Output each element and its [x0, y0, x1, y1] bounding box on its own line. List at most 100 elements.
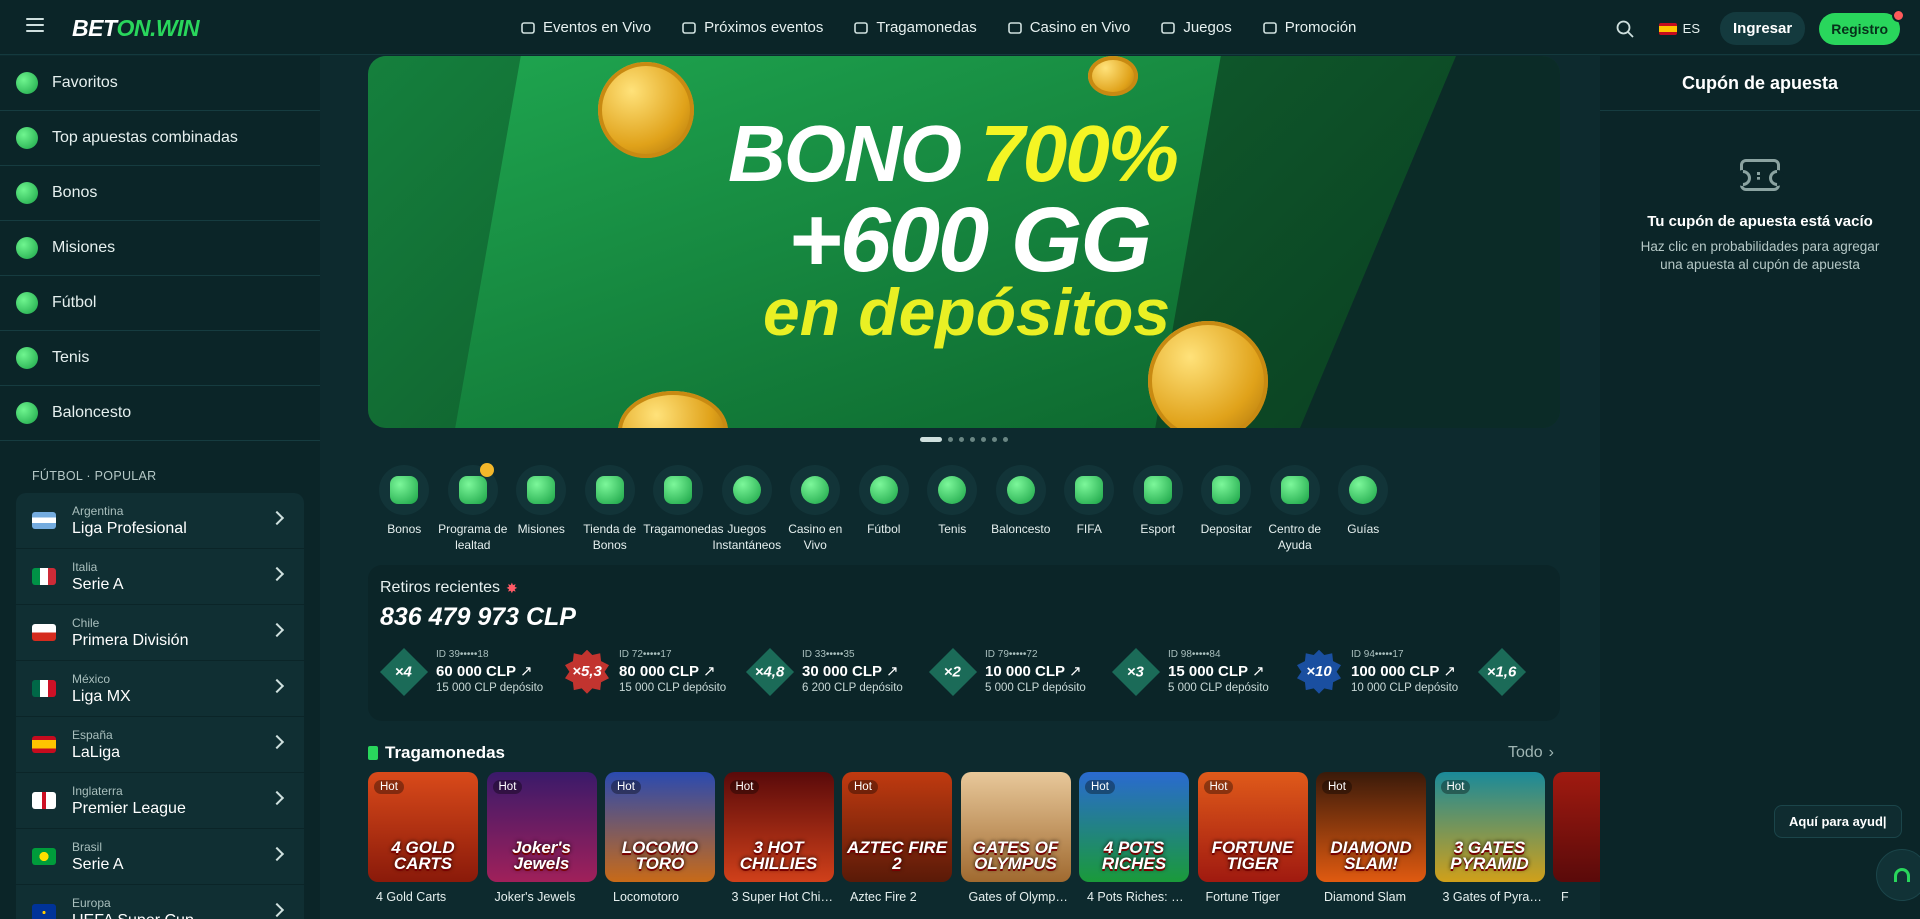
withdrawal-id: ID 94•••••17 — [1351, 649, 1404, 661]
category-4[interactable]: Tragamonedas — [643, 465, 724, 553]
sidebar-item-3[interactable]: Misiones — [0, 221, 320, 276]
carousel-dot[interactable] — [981, 436, 986, 442]
league-item[interactable]: Argentina Liga Profesional — [16, 493, 304, 549]
game-card[interactable]: Hot 4 GOLD CARTS 4 Gold Carts — [368, 772, 478, 904]
gift-icon — [16, 182, 38, 204]
country-flag-icon — [32, 568, 56, 585]
nav-item-0[interactable]: Eventos en Vivo — [520, 19, 651, 36]
slots-row: Hot 4 GOLD CARTS 4 Gold Carts Hot Joker's Je… — [368, 772, 1663, 905]
league-item[interactable]: Chile Primera División — [16, 605, 304, 661]
arrow-up-right-icon: ↗ — [520, 663, 533, 681]
sidebar-item-0[interactable]: Favoritos — [0, 56, 320, 111]
withdrawal-id: ID 98•••••84 — [1168, 649, 1221, 661]
nav-item-5[interactable]: Promoción — [1262, 19, 1357, 36]
sidebar-item-5[interactable]: Tenis — [0, 331, 320, 386]
category-9[interactable]: Baloncesto — [987, 465, 1056, 553]
game-card[interactable]: Hot FORTUNE TIGER Fortune Tiger — [1197, 772, 1308, 905]
nav-item-2[interactable]: Tragamonedas — [853, 19, 977, 36]
sidebar-item-2[interactable]: Bonos — [0, 166, 320, 221]
category-2[interactable]: Misiones — [507, 465, 576, 553]
category-1[interactable]: Programa de lealtad — [438, 463, 507, 553]
game-card[interactable]: GATES OF OLYMPUS Gates of Olympu... — [960, 772, 1071, 904]
game-name: Fortune Tiger — [1205, 890, 1280, 905]
league-item[interactable]: España LaLiga — [16, 717, 304, 773]
country-flag-icon — [32, 904, 56, 919]
withdrawal-amount: 100 000 CLP — [1351, 663, 1440, 681]
arrow-up-right-icon: ↗ — [1069, 663, 1082, 681]
gift-icon — [390, 476, 419, 504]
crown-icon — [527, 476, 556, 504]
carousel-dot[interactable] — [959, 436, 964, 442]
game-card[interactable]: Hot 4 POTS RICHES 4 Pots Riches: H... — [1079, 772, 1189, 904]
carousel-dot[interactable] — [1003, 436, 1008, 442]
category-8[interactable]: Tenis — [918, 465, 987, 553]
multiplier-badge: ×3 — [1111, 647, 1161, 696]
league-item[interactable]: Inglaterra Premier League — [16, 773, 304, 829]
category-14[interactable]: Guías — [1329, 465, 1398, 553]
carousel-dot[interactable] — [970, 436, 975, 442]
category-0[interactable]: Bonos — [370, 465, 439, 553]
withdrawal-amount: 15 000 CLP — [1168, 663, 1249, 681]
carousel-dot[interactable] — [992, 436, 997, 442]
game-art-title: 4 GOLD CARTS — [391, 837, 455, 874]
nav-item-3[interactable]: Casino en Vivo — [1007, 19, 1131, 36]
logo[interactable]: BETON.WIN — [72, 15, 200, 42]
game-card[interactable]: Hot 3 HOT CHILLIES 3 Super Hot Chill... — [723, 772, 834, 904]
category-10[interactable]: FIFA — [1055, 465, 1124, 553]
chevron-right-icon: › — [1548, 744, 1554, 762]
main-nav: Eventos en Vivo Próximos eventos Tragamone… — [520, 0, 1356, 55]
hot-badge: Hot — [848, 780, 878, 795]
language-selector[interactable]: ES — [1658, 21, 1700, 36]
register-button[interactable]: Registro — [1819, 8, 1905, 45]
coupon-empty-desc: Haz clic en probabilidades para agregar … — [1640, 239, 1880, 273]
menu-icon[interactable] — [26, 18, 44, 32]
category-label: FIFA — [1076, 522, 1102, 536]
game-card[interactable]: Hot 3 GATES PYRAMID 3 Gates of Pyram... — [1434, 772, 1545, 904]
sidebar-item-label: Favoritos — [52, 74, 118, 91]
game-card[interactable]: Hot LOCOMO TORO Locomotoro — [605, 772, 715, 904]
withdrawal-deposit: 15 000 CLP depósito — [436, 682, 544, 695]
nav-label: Casino en Vivo — [1029, 19, 1131, 36]
carousel-dot[interactable] — [920, 436, 942, 442]
game-thumbnail: Hot Joker's Jewels — [486, 772, 597, 883]
sidebar-item-1[interactable]: Top apuestas combinadas — [0, 111, 320, 166]
section-title: FÚTBOL · POPULAR — [32, 469, 157, 483]
bet-coupon: Cupón de apuesta Tu cupón de apuesta est… — [1600, 56, 1920, 919]
hot-badge: Hot — [1322, 780, 1352, 795]
league-name: Serie A — [72, 855, 124, 873]
league-country: Inglaterra — [72, 783, 123, 798]
sidebar-item-6[interactable]: Baloncesto — [0, 386, 320, 441]
slots-all-link[interactable]: Todo › — [1508, 744, 1554, 762]
game-name: Locomotoro — [613, 890, 680, 905]
country-flag-icon — [32, 792, 56, 809]
nav-item-4[interactable]: Juegos — [1160, 19, 1232, 36]
sidebar-item-4[interactable]: Fútbol — [0, 276, 320, 331]
nav-label: Promoción — [1284, 19, 1357, 36]
league-name: Liga Profesional — [72, 519, 187, 537]
league-item[interactable]: México Liga MX — [16, 661, 304, 717]
game-card[interactable]: Hot DIAMOND SLAM! Diamond Slam — [1316, 772, 1426, 904]
game-card[interactable]: Hot Joker's Jewels Joker's Jewels — [486, 772, 597, 904]
withdrawal-item: ×4,8 ID 33•••••35 30 000 CLP ↗ 6 200 CLP dep… — [745, 647, 931, 696]
category-11[interactable]: Esport — [1124, 465, 1193, 553]
category-5[interactable]: Juegos Instantáneos — [712, 465, 781, 553]
category-6[interactable]: Casino en Vivo — [781, 465, 850, 553]
category-13[interactable]: Centro de Ayuda — [1261, 465, 1330, 553]
league-item[interactable]: Europa UEFA Super Cup — [16, 885, 304, 919]
nav-item-1[interactable]: Próximos eventos — [681, 19, 823, 36]
league-item[interactable]: Brasil Serie A — [16, 829, 304, 885]
search-icon[interactable] — [1615, 19, 1635, 39]
login-button[interactable]: Ingresar — [1720, 12, 1806, 45]
game-card[interactable]: Hot AZTEC FIRE 2 Aztec Fire 2 — [842, 772, 952, 904]
league-item[interactable]: Italia Serie A — [16, 549, 304, 605]
category-7[interactable]: Fútbol — [850, 465, 919, 553]
promo-banner[interactable]: BONO 700% +600 GG en depósitos — [368, 56, 1560, 428]
carousel-dot[interactable] — [948, 436, 953, 442]
country-flag-icon — [32, 680, 56, 697]
category-3[interactable]: Tienda de Bonos — [576, 465, 645, 553]
withdrawal-item: ×3 ID 98•••••84 15 000 CLP ↗ 5 000 CLP depós… — [1111, 647, 1297, 696]
gamepad-icon — [1143, 476, 1172, 504]
help-tooltip[interactable]: Aquí para ayud| — [1774, 805, 1902, 838]
support-chat-button[interactable] — [1876, 849, 1920, 901]
category-12[interactable]: Depositar — [1192, 465, 1261, 553]
